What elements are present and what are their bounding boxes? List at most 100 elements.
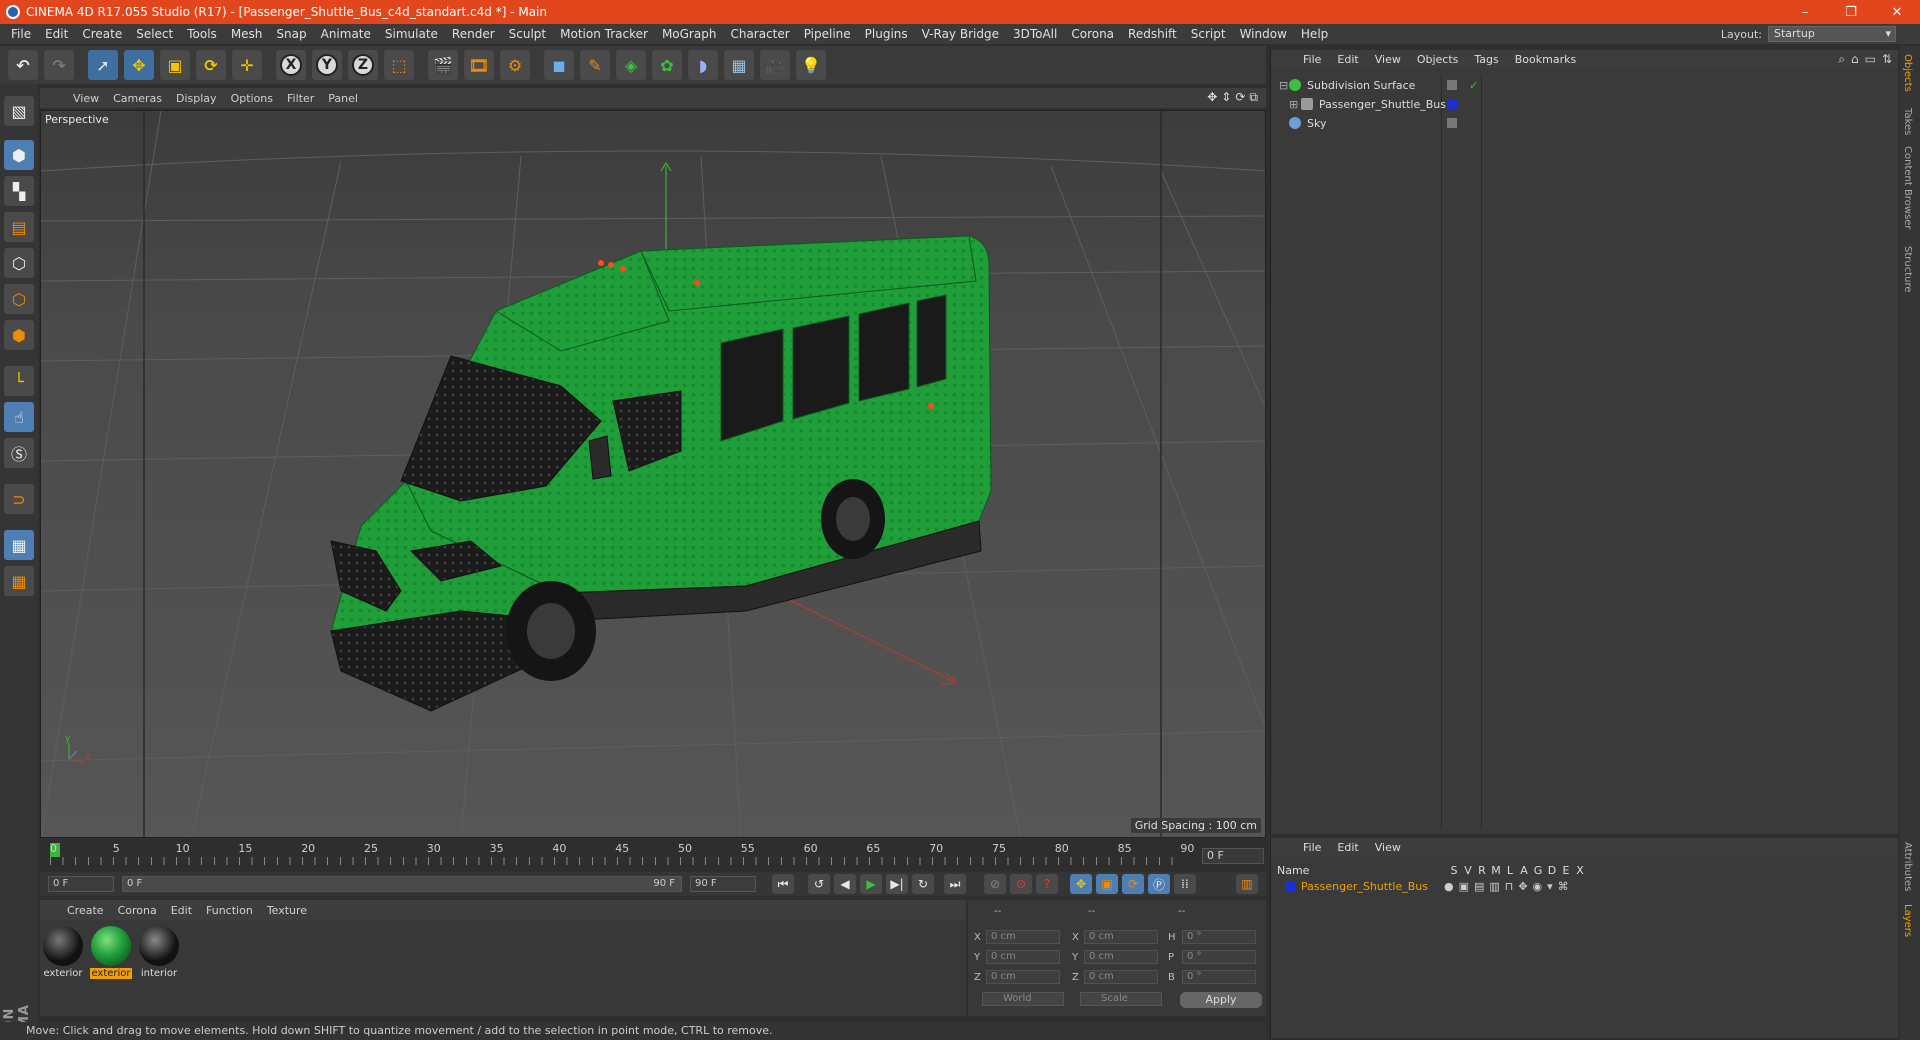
viewport-menu-view[interactable]: View: [66, 92, 106, 105]
edges-mode-icon[interactable]: ⬡: [4, 284, 34, 314]
live-selection-icon[interactable]: ➚: [88, 50, 118, 80]
material-menu-texture[interactable]: Texture: [260, 904, 314, 917]
subdivision-surface-icon[interactable]: ◈: [616, 50, 646, 80]
timeline-window-icon[interactable]: ▥: [1236, 874, 1258, 894]
menu-motion-tracker[interactable]: Motion Tracker: [553, 27, 655, 41]
menu-help[interactable]: Help: [1294, 27, 1335, 41]
search-icon[interactable]: ⌕: [1838, 52, 1845, 67]
viewport-menu-options[interactable]: Options: [224, 92, 280, 105]
viewport-dolly-icon[interactable]: ⇕: [1221, 90, 1231, 105]
om-menu-edit[interactable]: Edit: [1329, 53, 1366, 66]
start-frame-field[interactable]: 0 F: [48, 876, 114, 892]
previous-key-icon[interactable]: ↺: [808, 874, 830, 894]
material-swatch[interactable]: interior: [138, 926, 180, 979]
layout-dropdown[interactable]: Startup: [1768, 26, 1896, 42]
frame-range-slider[interactable]: 0 F 90 F: [122, 876, 682, 892]
minimize-button[interactable]: –: [1782, 0, 1828, 24]
material-swatch[interactable]: exterior: [42, 926, 84, 979]
rotation-b-field[interactable]: 0 °: [1182, 970, 1256, 984]
workplane-mode-icon[interactable]: ▤: [4, 212, 34, 242]
menu-animate[interactable]: Animate: [314, 27, 378, 41]
viewport-menu-cameras[interactable]: Cameras: [106, 92, 169, 105]
key-position-icon[interactable]: ✥: [1070, 874, 1092, 894]
cube-primitive-icon[interactable]: ◼: [544, 50, 574, 80]
size-z-field[interactable]: 0 cm: [1084, 970, 1158, 984]
floor-icon[interactable]: ▦: [724, 50, 754, 80]
home-icon[interactable]: ⌂: [1851, 52, 1859, 67]
menu-create[interactable]: Create: [75, 27, 129, 41]
menu-vray-bridge[interactable]: V-Ray Bridge: [915, 27, 1006, 41]
viewport-pan-icon[interactable]: ✥: [1207, 90, 1217, 105]
menu-mesh[interactable]: Mesh: [224, 27, 270, 41]
deformer-icon[interactable]: ◗: [688, 50, 718, 80]
end-frame-field[interactable]: 90 F: [690, 876, 756, 892]
autokeying-icon[interactable]: ?: [1036, 874, 1058, 894]
om-menu-file[interactable]: File: [1295, 53, 1329, 66]
menu-file[interactable]: File: [4, 27, 38, 41]
position-z-field[interactable]: 0 cm: [986, 970, 1060, 984]
y-axis-lock-icon[interactable]: Y: [312, 50, 342, 80]
menu-render[interactable]: Render: [445, 27, 502, 41]
timeline[interactable]: 0 5 10 15 20 25 30 35 40 45 50 55 60 65 70 75 80 85 90 0 F: [40, 840, 1266, 870]
layer-row[interactable]: Passenger_Shuttle_Bus ●▣▤▥⊓✥◉▾⌘: [1285, 880, 1574, 893]
menu-mograph[interactable]: MoGraph: [655, 27, 724, 41]
menu-plugins[interactable]: Plugins: [858, 27, 915, 41]
object-row-subdivision-surface[interactable]: ⊟ Subdivision Surface ✓: [1271, 76, 1899, 94]
tab-layers[interactable]: Layers: [1902, 904, 1913, 937]
editor-visibility-icon[interactable]: [1447, 118, 1457, 128]
material-swatch[interactable]: exterior: [90, 926, 132, 979]
solo-mode-icon[interactable]: Ⓢ: [4, 438, 34, 468]
menu-select[interactable]: Select: [129, 27, 180, 41]
material-menu-edit[interactable]: Edit: [164, 904, 199, 917]
redo-icon[interactable]: ↷: [44, 50, 74, 80]
rotation-h-field[interactable]: 0 °: [1182, 930, 1256, 944]
close-button[interactable]: ✕: [1874, 0, 1920, 24]
menu-tools[interactable]: Tools: [180, 27, 224, 41]
render-view-icon[interactable]: 🎬: [428, 50, 458, 80]
key-pla-icon[interactable]: ⁞⁞: [1174, 874, 1196, 894]
key-scale-icon[interactable]: ▣: [1096, 874, 1118, 894]
position-y-field[interactable]: 0 cm: [986, 950, 1060, 964]
rotate-tool-icon[interactable]: ⟳: [196, 50, 226, 80]
menu-character[interactable]: Character: [723, 27, 796, 41]
layer-toggles-icon[interactable]: ●▣▤▥⊓✥◉▾⌘: [1444, 880, 1574, 893]
om-menu-objects[interactable]: Objects: [1409, 53, 1467, 66]
editor-visibility-icon[interactable]: [1447, 80, 1457, 90]
current-frame-field[interactable]: 0 F: [1202, 848, 1264, 864]
menu-simulate[interactable]: Simulate: [378, 27, 445, 41]
go-to-end-icon[interactable]: ⏭: [944, 874, 966, 894]
viewport-menu-display[interactable]: Display: [169, 92, 224, 105]
recent-tool-icon[interactable]: ✛: [232, 50, 262, 80]
om-menu-bookmarks[interactable]: Bookmarks: [1507, 53, 1584, 66]
pen-spline-icon[interactable]: ✎: [580, 50, 610, 80]
model-mode-icon[interactable]: ⬢: [4, 140, 34, 170]
previous-frame-icon[interactable]: ◀: [834, 874, 856, 894]
next-frame-icon[interactable]: ▶|: [886, 874, 908, 894]
viewport-maximize-icon[interactable]: ⧉: [1249, 90, 1258, 105]
snapping-icon[interactable]: ⊃: [4, 484, 34, 514]
object-row-passenger-shuttle-bus[interactable]: ⊞ Passenger_Shuttle_Bus: [1271, 95, 1899, 113]
expand-icon[interactable]: ⊞: [1289, 98, 1301, 111]
maximize-button[interactable]: ❐: [1828, 0, 1874, 24]
undo-icon[interactable]: ↶: [8, 50, 38, 80]
light-icon[interactable]: 💡: [796, 50, 826, 80]
polygons-mode-icon[interactable]: ⬢: [4, 320, 34, 350]
viewport-menu-filter[interactable]: Filter: [280, 92, 321, 105]
next-key-icon[interactable]: ↻: [912, 874, 934, 894]
menu-snap[interactable]: Snap: [269, 27, 313, 41]
rotation-p-field[interactable]: 0 °: [1182, 950, 1256, 964]
record-keyframes-disabled-icon[interactable]: ⊘: [984, 874, 1006, 894]
move-tool-icon[interactable]: ✥: [124, 50, 154, 80]
coordinate-mode-dropdown[interactable]: World: [982, 992, 1064, 1006]
render-settings-icon[interactable]: ⚙: [500, 50, 530, 80]
lm-menu-view[interactable]: View: [1367, 841, 1409, 854]
key-parameter-icon[interactable]: Ⓟ: [1148, 874, 1170, 894]
array-generator-icon[interactable]: ✿: [652, 50, 682, 80]
menu-redshift[interactable]: Redshift: [1121, 27, 1184, 41]
apply-button[interactable]: Apply: [1180, 992, 1262, 1008]
menu-sculpt[interactable]: Sculpt: [502, 27, 553, 41]
object-row-sky[interactable]: Sky: [1271, 114, 1899, 132]
lm-menu-edit[interactable]: Edit: [1329, 841, 1366, 854]
size-y-field[interactable]: 0 cm: [1084, 950, 1158, 964]
play-forward-icon[interactable]: ▶: [860, 874, 882, 894]
